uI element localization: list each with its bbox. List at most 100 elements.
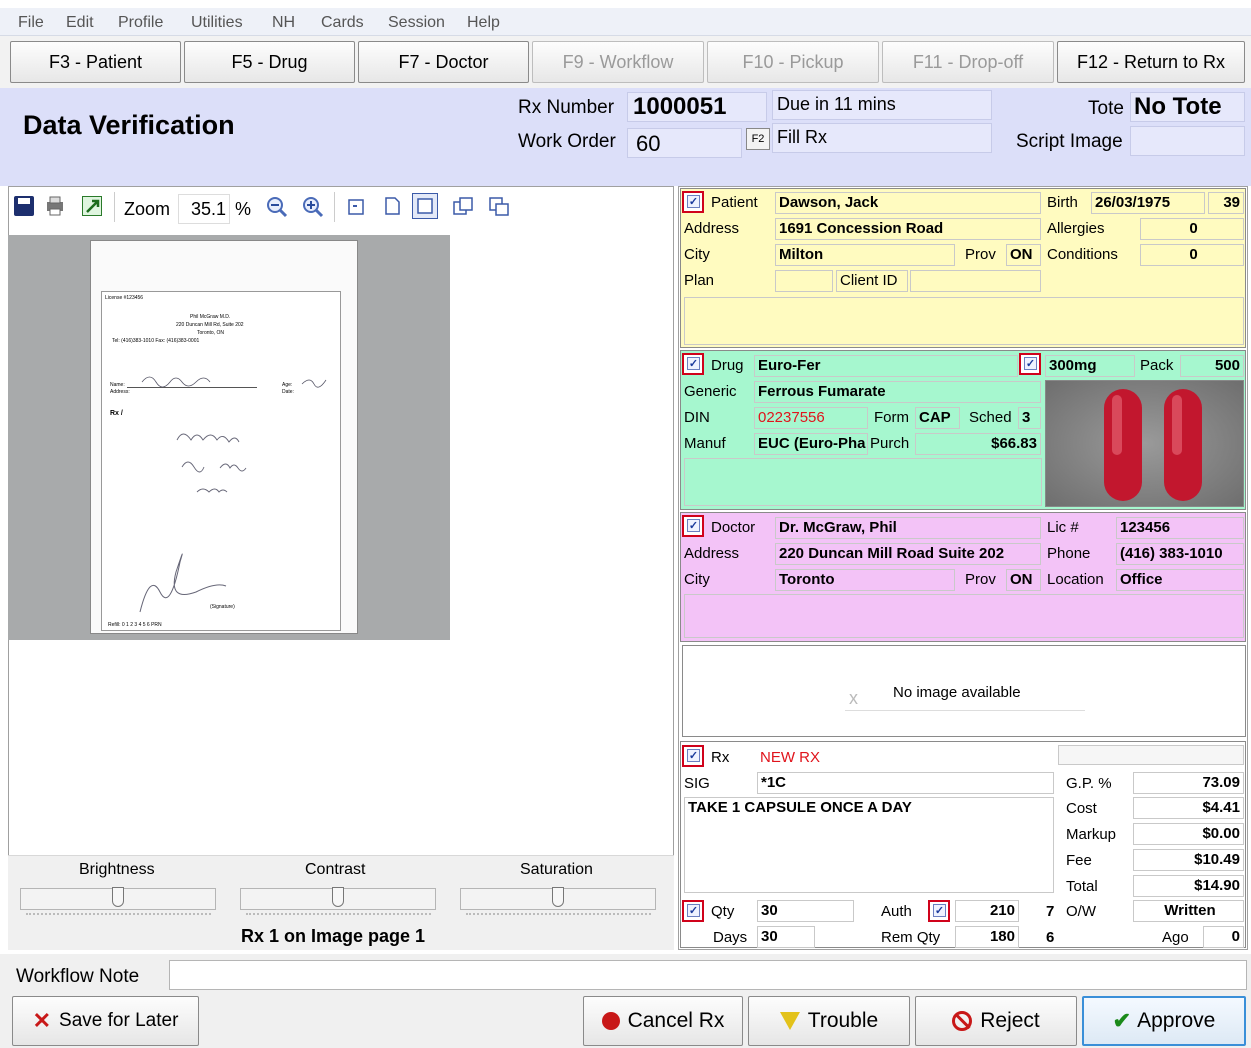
fee-label: Fee — [1066, 852, 1092, 869]
client-id-label: Client ID — [836, 270, 908, 292]
menu-nh[interactable]: NH — [272, 14, 295, 32]
f11-dropoff-button[interactable]: F11 - Drop-off — [882, 41, 1054, 83]
sig-code[interactable]: *1C — [757, 772, 1054, 794]
zoom-in-icon[interactable] — [302, 196, 324, 218]
trouble-button[interactable]: Trouble — [748, 996, 910, 1046]
sig-label: SIG — [684, 775, 710, 792]
sig-text: TAKE 1 CAPSULE ONCE A DAY — [684, 797, 1054, 893]
patient-city-label: City — [684, 246, 710, 263]
form-label: Form — [874, 409, 909, 426]
cost-label: Cost — [1066, 800, 1097, 817]
contrast-label: Contrast — [305, 861, 366, 878]
cancel-rx-button[interactable]: Cancel Rx — [583, 996, 743, 1046]
strength-verify-checkbox[interactable]: ✓ — [1019, 353, 1041, 375]
purch-label: Purch — [870, 435, 910, 452]
saturation-label: Saturation — [520, 861, 593, 878]
fill-rx-label: Fill Rx — [772, 123, 992, 153]
tote-value: No Tote — [1130, 92, 1245, 122]
workflow-note-label: Workflow Note — [16, 966, 140, 987]
multi-page-icon[interactable] — [488, 196, 509, 216]
drug-verify-checkbox[interactable]: ✓ — [682, 353, 704, 375]
doctor-phone: (416) 383-1010 — [1116, 543, 1244, 565]
doctor-address: 220 Duncan Mill Road Suite 202 — [775, 543, 1041, 565]
auth-verify-checkbox[interactable]: ✓ — [928, 900, 950, 922]
script-refill: Refill: 0 1 2 3 4 5 6 PRN — [108, 622, 162, 628]
menu-session[interactable]: Session — [388, 14, 445, 32]
f10-pickup-button[interactable]: F10 - Pickup — [707, 41, 879, 83]
save-for-later-button[interactable]: ✕ Save for Later — [12, 996, 199, 1046]
reject-button[interactable]: Reject — [915, 996, 1077, 1046]
workflow-note-input[interactable] — [169, 960, 1247, 990]
rem-qty-label: Rem Qty — [881, 929, 941, 946]
menu-cards[interactable]: Cards — [321, 14, 364, 32]
menu-utilities[interactable]: Utilities — [191, 14, 243, 32]
f2-button[interactable]: F2 — [746, 128, 770, 150]
drug-image — [1045, 380, 1244, 507]
doctor-city: Toronto — [775, 569, 955, 591]
patient-prov-label: Prov — [965, 246, 996, 263]
fit-page-icon[interactable] — [382, 196, 402, 216]
manuf-value: EUC (Euro-Pha — [754, 433, 868, 455]
f9-workflow-button[interactable]: F9 - Workflow — [532, 41, 704, 83]
no-image-text: No image available — [893, 684, 1021, 701]
export-icon[interactable] — [82, 196, 102, 216]
f5-drug-button[interactable]: F5 - Drug — [184, 41, 355, 83]
birth-label: Birth — [1047, 194, 1078, 211]
menu-help[interactable]: Help — [467, 14, 500, 32]
ago-label: Ago — [1162, 929, 1189, 946]
doctor-name: Dr. McGraw, Phil — [775, 517, 1041, 539]
patient-verify-checkbox[interactable]: ✓ — [682, 191, 704, 213]
rem-qty-value: 180 — [955, 926, 1019, 948]
approve-button[interactable]: ✔ Approve — [1082, 996, 1246, 1046]
qty-value[interactable]: 30 — [757, 900, 854, 922]
print-icon[interactable] — [44, 196, 64, 216]
rx-label: Rx — [711, 749, 730, 766]
zoom-unit: % — [235, 199, 252, 219]
patient-address-label: Address — [684, 220, 740, 237]
total-value: $14.90 — [1133, 875, 1244, 897]
save-icon[interactable] — [14, 196, 34, 216]
total-label: Total — [1066, 878, 1098, 895]
auth-value: 210 — [955, 900, 1019, 922]
patient-address: 1691 Concession Road — [775, 218, 1041, 240]
days-value[interactable]: 30 — [757, 926, 815, 948]
f12-return-button[interactable]: F12 - Return to Rx — [1057, 41, 1245, 83]
patient-label: Patient — [711, 194, 758, 211]
script-image: License #123456 Phil McGraw M.D. 220 Dun… — [8, 235, 450, 640]
script-image-label: Script Image — [1016, 131, 1123, 152]
contrast-slider-thumb[interactable] — [332, 887, 344, 907]
alert-icon — [601, 1012, 620, 1030]
saturation-slider-thumb[interactable] — [552, 887, 564, 907]
patient-prov: ON — [1006, 244, 1041, 266]
allergies-count: 0 — [1140, 218, 1244, 240]
doctor-verify-checkbox[interactable]: ✓ — [682, 515, 704, 537]
menu-file[interactable]: File — [18, 14, 44, 32]
f3-patient-button[interactable]: F3 - Patient — [10, 41, 181, 83]
work-order-value: 60 — [627, 128, 742, 158]
qty-label: Qty — [711, 903, 735, 920]
zoom-out-icon[interactable] — [266, 196, 288, 218]
zoom-label: Zoom — [124, 199, 171, 219]
single-page-icon[interactable] — [452, 196, 473, 216]
menu-bar: File Edit Profile Utilities NH Cards Ses… — [0, 8, 1251, 36]
ow-label: O/W — [1066, 903, 1096, 920]
plan-value — [775, 270, 833, 292]
doctor-label: Doctor — [711, 519, 756, 536]
menu-edit[interactable]: Edit — [66, 14, 94, 32]
markup-label: Markup — [1066, 826, 1117, 843]
drug-notes — [684, 458, 1042, 506]
din-label: DIN — [684, 409, 710, 426]
no-entry-icon — [952, 1011, 973, 1031]
qty-verify-checkbox[interactable]: ✓ — [682, 900, 704, 922]
rx-verify-checkbox[interactable]: ✓ — [682, 745, 704, 767]
due-time: Due in 11 mins — [772, 90, 992, 120]
menu-profile[interactable]: Profile — [118, 14, 163, 32]
zoom-input[interactable]: 35.1 — [178, 194, 230, 224]
handwriting — [139, 376, 327, 613]
brightness-slider-thumb[interactable] — [112, 887, 124, 907]
f7-doctor-button[interactable]: F7 - Doctor — [358, 41, 529, 83]
patient-notes — [684, 297, 1244, 345]
rotate-left-icon[interactable] — [346, 196, 366, 216]
script-signature-label: (Signature) — [210, 604, 235, 610]
fit-width-icon[interactable] — [412, 193, 438, 219]
